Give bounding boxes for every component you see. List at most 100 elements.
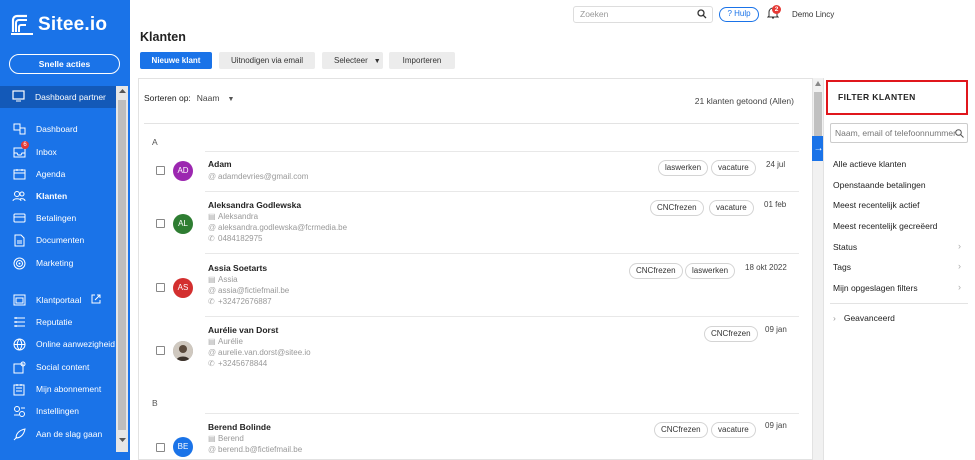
company-icon: ▤: [208, 337, 216, 346]
customer-name[interactable]: Adam: [208, 159, 232, 169]
documents-icon: [12, 233, 26, 247]
tag[interactable]: CNCfrezen: [650, 200, 704, 216]
quick-actions-button[interactable]: Snelle acties: [9, 54, 120, 74]
sidebar-item-label: Dashboard: [36, 124, 78, 134]
sidebar-item-mijn-abonnement[interactable]: Mijn abonnement: [12, 382, 101, 396]
row-checkbox[interactable]: [156, 346, 165, 355]
search-icon[interactable]: [697, 9, 707, 19]
filter-status[interactable]: Status: [833, 242, 857, 252]
table-row[interactable]: AL Aleksandra Godlewska ▤ Aleksandra @ ale…: [139, 191, 799, 253]
tag[interactable]: vacature: [711, 160, 756, 176]
avatar: AD: [173, 161, 193, 181]
sidebar-item-online-aanwezigheid[interactable]: Online aanwezigheid: [12, 337, 115, 351]
filter-option[interactable]: Meest recentelijk gecreëerd: [833, 221, 937, 231]
tag[interactable]: vacature: [709, 200, 754, 216]
customer-date: 24 jul: [766, 160, 786, 169]
sidebar-item-klantportaal[interactable]: Klantportaal: [12, 293, 101, 307]
arrow-right-icon: →: [813, 143, 824, 154]
sidebar-item-social-content[interactable]: Social content: [12, 360, 89, 374]
phone-icon: ✆: [208, 234, 215, 243]
caret-down-icon: ▼: [373, 58, 381, 65]
help-button[interactable]: ? Hulp: [719, 7, 759, 22]
sort-value[interactable]: Naam: [197, 93, 220, 103]
filter-advanced[interactable]: › Geavanceerd: [833, 313, 895, 323]
filter-tags[interactable]: Tags: [833, 262, 851, 272]
at-icon: @: [208, 445, 217, 454]
chevron-right-icon: ›: [958, 261, 961, 271]
sidebar-item-instellingen[interactable]: Instellingen: [12, 404, 79, 418]
external-link-icon: [91, 294, 101, 306]
row-checkbox[interactable]: [156, 443, 165, 452]
customer-name[interactable]: Aleksandra Godlewska: [208, 200, 301, 210]
row-checkbox[interactable]: [156, 283, 165, 292]
scroll-down-icon[interactable]: [119, 437, 126, 443]
phone-icon: ✆: [208, 359, 215, 368]
customer-name[interactable]: Aurélie van Dorst: [208, 325, 278, 335]
sidebar-item-aan-de-slag[interactable]: Aan de slag gaan: [12, 427, 102, 441]
inbox-icon: 6: [12, 141, 29, 159]
sidebar-item-marketing[interactable]: Marketing: [12, 256, 73, 270]
customer-name[interactable]: Assia Soetarts: [208, 263, 267, 273]
tag[interactable]: laswerken: [685, 263, 736, 279]
table-row[interactable]: AD Adam @ adamdevries@gmail.com laswerken…: [139, 151, 799, 191]
customer-date: 09 jan: [765, 325, 787, 334]
notification-badge: 2: [772, 5, 781, 14]
sidebar-item-label: Aan de slag gaan: [36, 429, 103, 439]
phone-icon: ✆: [208, 297, 215, 306]
chevron-right-icon: ›: [958, 241, 961, 251]
import-button[interactable]: Importeren: [389, 52, 455, 69]
customer-phone: ✆ +32472676887: [208, 297, 272, 306]
sidebar-item-label: Betalingen: [36, 213, 77, 223]
filter-option[interactable]: Openstaande betalingen: [833, 180, 926, 190]
sidebar-item-dashboard-partner[interactable]: Dashboard partner: [0, 86, 116, 108]
select-label: Selecteer: [334, 56, 368, 65]
sort-label: Sorteren op:: [144, 93, 191, 103]
customer-email: @ aleksandra.godlewska@fcrmedia.be: [208, 223, 348, 232]
new-customer-button[interactable]: Nieuwe klant: [140, 52, 212, 69]
subscription-icon: [12, 382, 26, 396]
scroll-up-icon[interactable]: [815, 81, 821, 86]
customer-email: @ berend.b@fictiefmail.be: [208, 445, 303, 454]
tag[interactable]: vacature: [711, 422, 756, 438]
sidebar-item-label: Reputatie: [36, 317, 73, 327]
search-input[interactable]: Zoeken: [573, 6, 713, 23]
person-photo-icon: [173, 341, 193, 361]
sidebar-item-label: Online aanwezigheid: [36, 339, 115, 349]
row-checkbox[interactable]: [156, 166, 165, 175]
customer-name[interactable]: Berend Bolinde: [208, 422, 271, 432]
scroll-up-icon[interactable]: [119, 88, 126, 94]
sidebar-item-dashboard[interactable]: Dashboard: [12, 122, 78, 136]
sidebar-item-agenda[interactable]: Agenda: [12, 167, 65, 181]
sidebar-scrollbar-thumb[interactable]: [118, 100, 126, 430]
table-row[interactable]: AS Assia Soetarts ▤ Assia @ assia@fictiefm…: [139, 253, 799, 316]
table-row[interactable]: Aurélie van Dorst ▤ Aurélie @ aurelie.van.…: [139, 316, 799, 380]
calendar-icon: [12, 167, 26, 181]
divider: [144, 123, 799, 124]
logo[interactable]: Sitee.io: [10, 14, 107, 36]
sidebar-item-label: Social content: [36, 362, 90, 372]
tag[interactable]: CNCfrezen: [629, 263, 683, 279]
sidebar-item-klanten[interactable]: Klanten: [12, 189, 67, 203]
tag[interactable]: laswerken: [658, 160, 709, 176]
table-row[interactable]: BE Berend Bolinde ▤ Berend @ berend.b@fict…: [139, 413, 799, 459]
select-dropdown[interactable]: Selecteer ▼: [322, 52, 383, 69]
filter-option[interactable]: Meest recentelijk actief: [833, 200, 919, 210]
user-menu[interactable]: Demo Lincy: [792, 10, 834, 19]
row-checkbox[interactable]: [156, 219, 165, 228]
logo-icon: [11, 14, 33, 35]
sidebar-item-inbox[interactable]: 6 Inbox: [12, 141, 57, 159]
filter-search-input[interactable]: Naam, email of telefoonnummer: [830, 123, 968, 143]
invite-email-button[interactable]: Uitnodigen via email: [219, 52, 315, 69]
avatar-photo: [173, 341, 193, 361]
sort-control[interactable]: Sorteren op: Naam ▼: [144, 93, 234, 103]
sidebar-item-reputatie[interactable]: Reputatie: [12, 315, 72, 329]
divider: [830, 303, 968, 304]
filter-saved[interactable]: Mijn opgeslagen filters: [833, 283, 918, 293]
sidebar-item-betalingen[interactable]: Betalingen: [12, 211, 76, 225]
filter-option[interactable]: Alle actieve klanten: [833, 159, 906, 169]
sidebar: Sitee.io Snelle acties Dashboard partner…: [0, 0, 130, 460]
tag[interactable]: CNCfrezen: [704, 326, 758, 342]
chevron-right-icon: ›: [958, 282, 961, 292]
tag[interactable]: CNCfrezen: [654, 422, 708, 438]
sidebar-item-documenten[interactable]: Documenten: [12, 233, 84, 247]
